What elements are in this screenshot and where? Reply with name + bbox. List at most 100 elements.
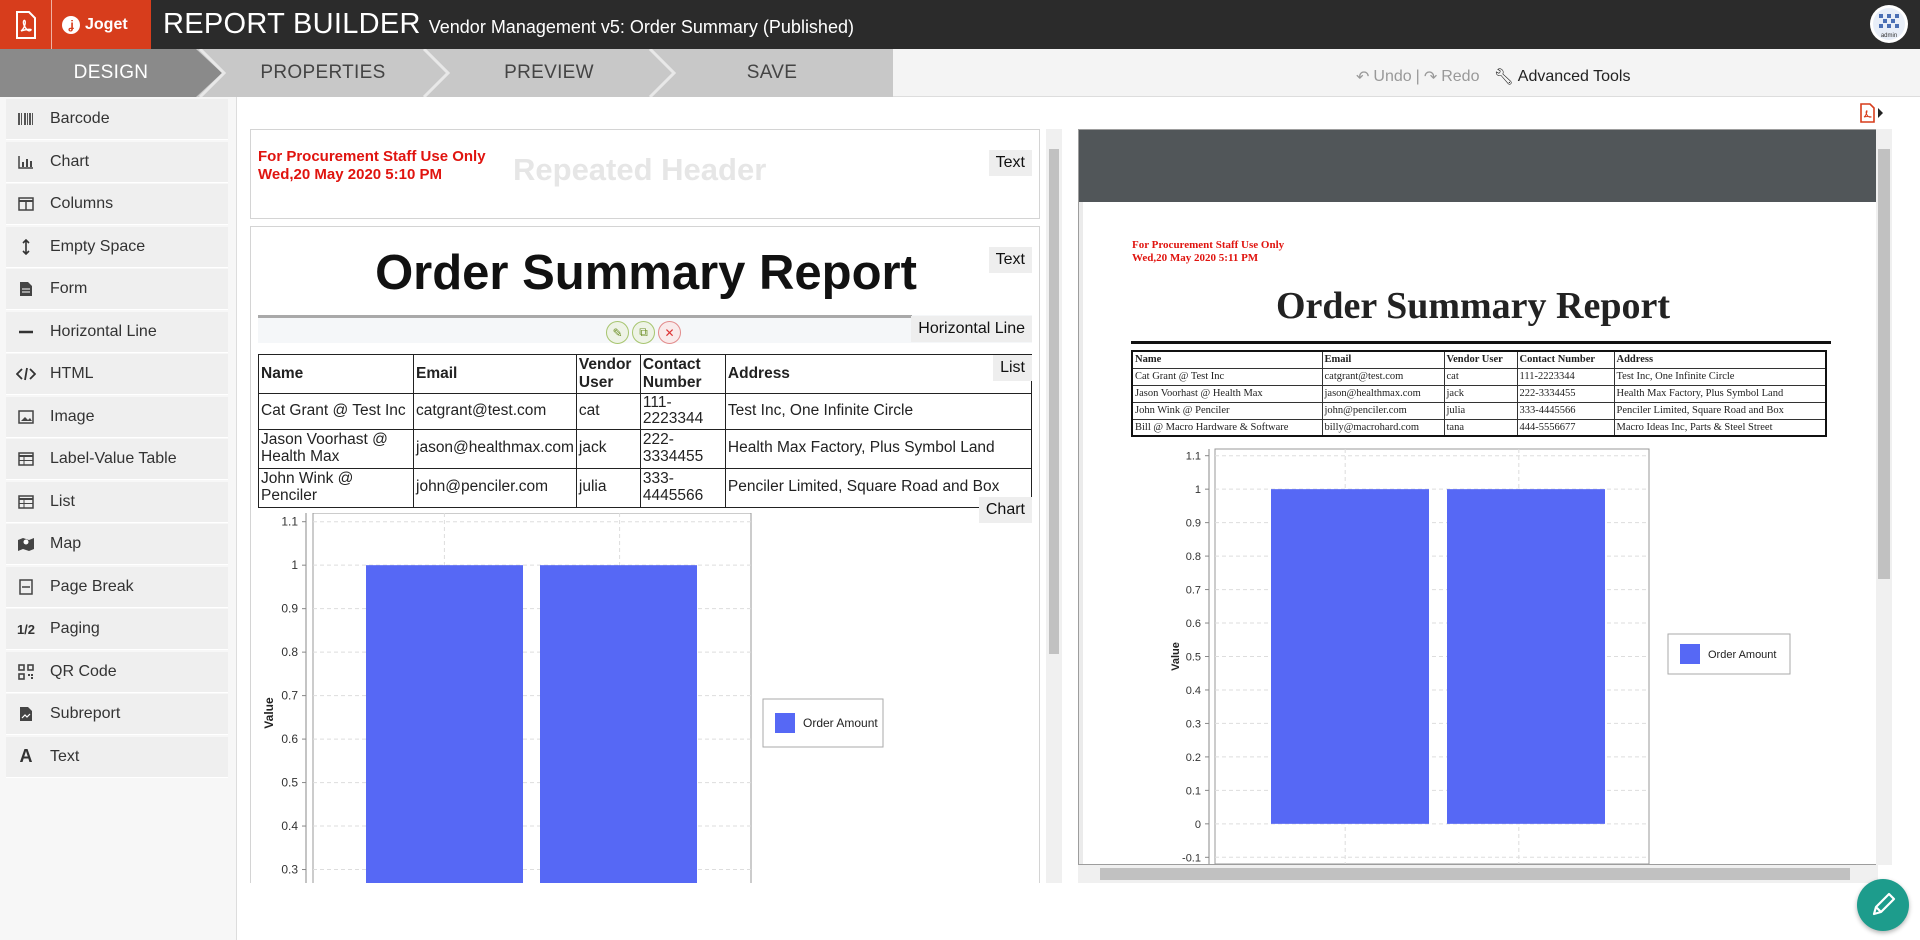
palette-item-label: Image [50,407,95,425]
header-text: For Procurement Staff Use Only Wed,20 Ma… [258,148,486,184]
column-header: Email [413,354,577,394]
palette-item-image[interactable]: Image [6,396,228,438]
qrcode-icon [14,660,38,684]
y-tick-label: 1 [291,558,298,572]
palette-item-list[interactable]: List [6,481,228,523]
palette-item-subreport[interactable]: Subreport [6,694,228,735]
palette-item-label: Label-Value Table [50,450,177,467]
palette-item-label: Subreport [50,705,121,722]
palette-item-label: Page Break [50,577,134,595]
table-cell: catgrant@test.com [413,393,577,430]
avatar[interactable]: admin [1870,5,1908,43]
palette-item-paging[interactable]: 1/2 Paging [6,609,228,650]
scrollbar-thumb[interactable] [1878,149,1890,579]
legend-label: Order Amount [1708,649,1776,661]
bar [1271,489,1429,824]
list-table[interactable]: Name Email Vendor User Contact Number Ad… [258,354,1033,508]
palette-item-label: QR Code [50,662,117,680]
preview-page: For Procurement Staff Use Only Wed,20 Ma… [1083,202,1877,864]
y-axis-label: Value [262,697,276,729]
y-tick-label: 0.4 [1186,685,1201,697]
redo-button[interactable]: Redo [1441,68,1479,86]
palette-item-text[interactable]: A Text [6,736,228,778]
palette-item-form[interactable]: Form [6,269,228,310]
text-icon: A [19,746,33,766]
preview-scrollbar[interactable] [1876,129,1892,865]
palette-item-html[interactable]: HTML [6,354,228,395]
joget-logo: ʝ Joget [52,15,128,34]
undo-icon: ↶ [1356,69,1370,86]
column-header: Contact Number [639,354,726,394]
palette-item-map[interactable]: Map [6,524,228,565]
tab-design[interactable]: DESIGN [0,49,222,97]
design-area: For Procurement Staff Use Only Wed,20 Ma… [250,129,1040,883]
palette-item-label-value-table[interactable]: Label-Value Table [6,439,228,480]
palette-item-qr-code[interactable]: QR Code [6,651,228,693]
pdf-export-icon[interactable] [1859,103,1885,128]
map-icon [14,532,38,556]
edit-icon[interactable]: ✎ [606,321,629,344]
legend-label: Order Amount [803,716,878,730]
table-cell: Jason Voorhast @ Health Max [258,428,414,469]
palette-item-label: Chart [50,152,90,170]
step-bar: DESIGN PROPERTIES PREVIEW SAVE ↶ Undo | … [0,49,1920,97]
delete-icon[interactable]: ✕ [658,321,681,344]
palette-item-label: Barcode [50,110,110,127]
horizontal-line [258,315,912,318]
palette-item-label: Paging [50,620,100,637]
palette-item-empty-space[interactable]: Empty Space [6,226,228,268]
edit-fab-button[interactable] [1857,879,1909,931]
undo-button[interactable]: Undo [1373,68,1411,86]
code-icon [14,362,38,386]
paging-icon: 1/2 [16,621,36,637]
report-body-block[interactable]: Order Summary Report Text ✎ ⧉ ✕ Horizont… [250,226,1040,883]
page-break-icon [14,575,38,599]
pdf-preview: For Procurement Staff Use Only Wed,20 Ma… [1078,129,1878,865]
advanced-tools-button[interactable]: 🔧︎ Advanced Tools [1493,67,1630,87]
table-cell: jason@healthmax.com [413,428,577,469]
report-title: Order Summary Report [375,246,917,300]
column-header: Name [258,354,414,394]
y-tick-label: 1.1 [281,515,298,529]
header-text-line2: Wed,20 May 2020 5:10 PM [258,166,442,183]
tab-preview[interactable]: PREVIEW [446,49,652,97]
design-scrollbar[interactable] [1046,129,1062,883]
table-row: John Wink @ Penciler john@penciler.com jul… [258,467,1033,508]
palette-item-chart[interactable]: Chart [6,141,228,183]
copy-icon[interactable]: ⧉ [632,321,655,344]
palette-item-columns[interactable]: Columns [6,184,228,225]
palette-item-label: Columns [50,195,114,212]
bar [540,565,697,883]
preview-horizontal-scrollbar[interactable] [1078,865,1878,883]
y-tick-label: 1 [1195,484,1201,496]
repeated-header-watermark: Repeated Header [513,152,767,187]
pdf-icon [0,0,52,49]
avatar-label: admin [1881,33,1897,39]
table-cell: 111-2223344 [639,393,726,430]
y-tick-label: 0.2 [1186,752,1201,764]
preview-toolbar-area [1079,130,1877,202]
legend-swatch [775,713,795,733]
chart-element[interactable]: 0.3 0.4 0.5 0.6 0.7 0.8 0.9 1 1.1 Value Order Amou… [251,513,1040,883]
table-row: Jason Voorhast @ Health Max jason@healthm… [258,428,1033,469]
table-cell: Cat Grant @ Test Inc [258,393,414,430]
table-header-row: Name Email Vendor User Contact Number Ad… [258,354,1033,394]
y-tick-label: 0.8 [281,645,298,659]
palette-item-page-break[interactable]: Page Break [6,566,228,608]
palette-item-barcode[interactable]: Barcode [6,99,228,140]
toolbar-separator: | [1415,68,1420,85]
header-text-block[interactable]: For Procurement Staff Use Only Wed,20 Ma… [250,129,1040,219]
y-tick-label: 0.8 [1186,551,1201,563]
column-header: Address [724,354,1033,394]
tab-save[interactable]: SAVE [672,49,872,97]
image-icon [14,405,38,429]
scrollbar-thumb[interactable] [1100,868,1850,880]
scrollbar-thumb[interactable] [1049,149,1059,654]
palette-item-label: Form [50,280,88,297]
palette-item-label: HTML [50,365,94,382]
palette-item-horizontal-line[interactable]: Horizontal Line [6,311,228,353]
tab-properties[interactable]: PROPERTIES [222,49,424,97]
element-type-tag: Text [988,150,1032,176]
y-tick-label: 0.7 [281,689,298,703]
app-subtitle: Vendor Management v5: Order Summary (Pub… [428,17,854,37]
